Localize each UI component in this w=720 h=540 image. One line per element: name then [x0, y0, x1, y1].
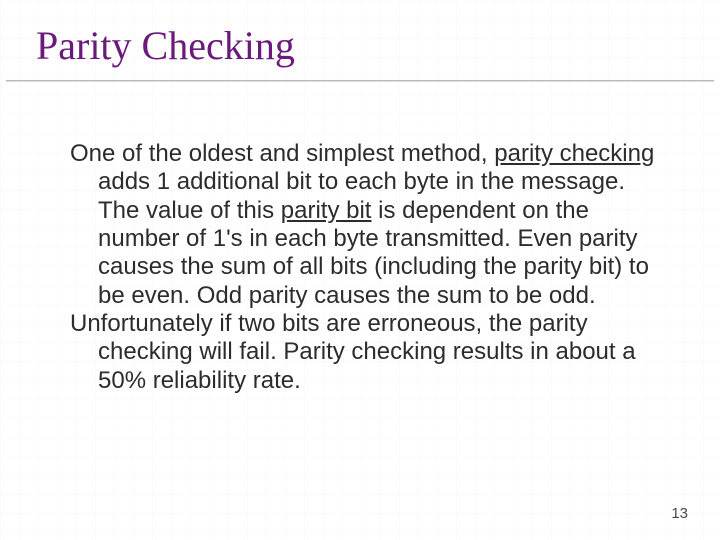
text-run: One of the oldest and simplest method, [70, 140, 494, 167]
slide-title: Parity Checking [36, 22, 295, 69]
paragraph-1: One of the oldest and simplest method, p… [70, 140, 655, 310]
title-underline [6, 80, 714, 82]
paragraph-2: Unfortunately if two bits are erroneous,… [70, 310, 655, 395]
slide-body: One of the oldest and simplest method, p… [70, 140, 655, 395]
slide: Parity Checking One of the oldest and si… [0, 0, 720, 540]
underline-parity-checking: parity checking [494, 140, 654, 167]
page-number: 13 [671, 505, 688, 522]
underline-parity-bit: parity bit [281, 197, 372, 224]
